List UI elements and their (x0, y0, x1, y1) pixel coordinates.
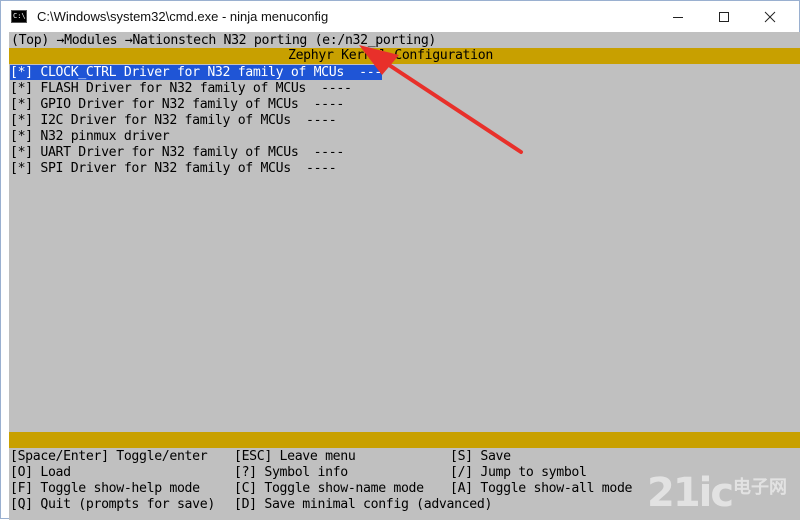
key-help-entry: [?] Symbol info (234, 465, 348, 480)
close-icon (764, 11, 776, 22)
window-title: C:\Windows\system32\cmd.exe - ninja menu… (37, 9, 329, 24)
cmd-window: C:\ C:\Windows\system32\cmd.exe - ninja … (0, 0, 800, 520)
minimize-button[interactable] (655, 1, 701, 32)
menu-item-label: UART Driver for N32 family of MCUs ---- (40, 145, 344, 160)
key-help-row: [Space/Enter] Toggle/enter [ESC] Leave me… (9, 449, 800, 465)
menu-item[interactable]: [*] GPIO Driver for N32 family of MCUs -… (9, 97, 800, 113)
menu-item[interactable]: [*] I2C Driver for N32 family of MCUs --… (9, 113, 800, 129)
menu-item[interactable]: [*] UART Driver for N32 family of MCUs -… (9, 145, 800, 161)
menu-item-highlight: [*] CLOCK_CTRL Driver for N32 family of … (10, 65, 382, 80)
menu-item-checkbox[interactable]: [*] (10, 81, 40, 96)
menu-item-label: SPI Driver for N32 family of MCUs ---- (40, 161, 337, 176)
key-help-entry: [O] Load (10, 465, 71, 480)
key-help-entry: [A] Toggle show-all mode (450, 481, 633, 496)
key-help-entry: [ESC] Leave menu (234, 449, 356, 464)
key-help-entry: [F] Toggle show-help mode (10, 481, 200, 496)
menu-item[interactable]: [*] FLASH Driver for N32 family of MCUs … (9, 81, 800, 97)
close-button[interactable] (747, 1, 793, 32)
menu-item-label: CLOCK_CTRL Driver for N32 family of MCUs… (40, 65, 382, 80)
menu-item-highlight: [*] I2C Driver for N32 family of MCUs --… (10, 113, 337, 128)
footer-bar (9, 432, 800, 448)
menu-item-label: I2C Driver for N32 family of MCUs ---- (40, 113, 337, 128)
menu-item-checkbox[interactable]: [*] (10, 129, 40, 144)
menu-item[interactable]: [*] N32 pinmux driver (9, 129, 800, 145)
menu-item-label: FLASH Driver for N32 family of MCUs ---- (40, 81, 352, 96)
title-bar[interactable]: C:\ C:\Windows\system32\cmd.exe - ninja … (1, 1, 799, 32)
menu-item-checkbox[interactable]: [*] (10, 65, 40, 80)
key-help-entry: [S] Save (450, 449, 511, 464)
key-help-entry: [Q] Quit (prompts for save) (10, 497, 215, 512)
menu-item-checkbox[interactable]: [*] (10, 97, 40, 112)
cmd-app-icon: C:\ (11, 10, 27, 23)
menu-item-highlight: [*] FLASH Driver for N32 family of MCUs … (10, 81, 352, 96)
key-help-entry: [C] Toggle show-name mode (234, 481, 424, 496)
watermark-cn: 电子网 (733, 477, 787, 498)
menu-item-highlight: [*] GPIO Driver for N32 family of MCUs -… (10, 97, 344, 112)
key-help-entry: [Space/Enter] Toggle/enter (10, 449, 208, 464)
menu-item-label: GPIO Driver for N32 family of MCUs ---- (40, 97, 344, 112)
menu-item-checkbox[interactable]: [*] (10, 145, 40, 160)
menu-item[interactable]: [*] CLOCK_CTRL Driver for N32 family of … (9, 65, 800, 81)
minimize-icon (673, 16, 683, 18)
header-bar: Zephyr Kernel Configuration (9, 48, 800, 64)
key-help-entry: [/] Jump to symbol (450, 465, 587, 480)
menu-item[interactable]: [*] SPI Driver for N32 family of MCUs --… (9, 161, 800, 177)
watermark: 21ic 电子网 (647, 471, 797, 517)
maximize-icon (719, 11, 729, 22)
menu-list: [*] CLOCK_CTRL Driver for N32 family of … (9, 65, 800, 177)
menu-item-highlight: [*] UART Driver for N32 family of MCUs -… (10, 145, 344, 160)
key-help-entry: [D] Save minimal config (advanced) (234, 497, 493, 512)
menu-item-checkbox[interactable]: [*] (10, 161, 40, 176)
console-area[interactable]: (Top) →Modules →Nationstech N32 porting … (9, 32, 800, 520)
breadcrumb: (Top) →Modules →Nationstech N32 porting … (11, 33, 437, 48)
menu-item-checkbox[interactable]: [*] (10, 113, 40, 128)
watermark-logo: 21ic (647, 470, 734, 516)
menu-item-highlight: [*] SPI Driver for N32 family of MCUs --… (10, 161, 337, 176)
menu-item-highlight: [*] N32 pinmux driver (10, 129, 170, 144)
menu-item-label: N32 pinmux driver (40, 129, 170, 144)
header-title: Zephyr Kernel Configuration (288, 48, 493, 63)
maximize-button[interactable] (701, 1, 747, 32)
